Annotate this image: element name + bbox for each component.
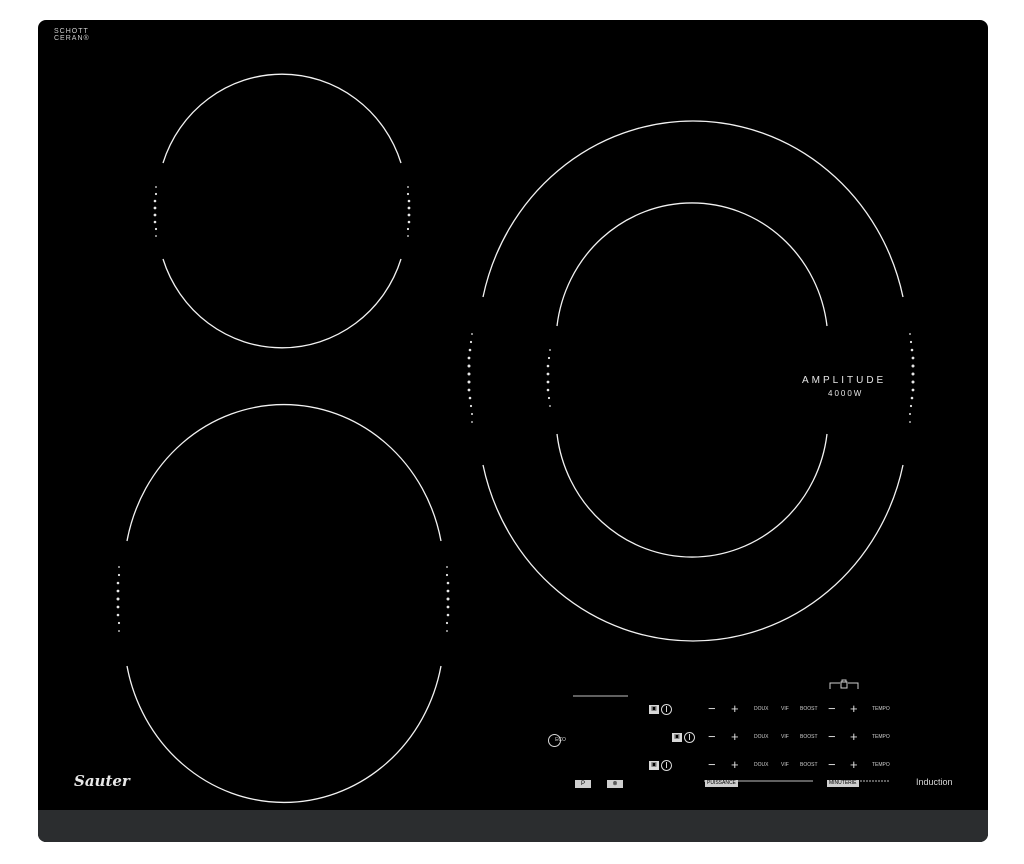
puissance-label: PUISSANCE bbox=[705, 780, 738, 787]
doux-label: DOUX bbox=[754, 762, 769, 768]
power-plus-button[interactable]: + bbox=[731, 702, 739, 715]
boost-label[interactable]: BOOST bbox=[800, 706, 818, 712]
p-key-button[interactable]: P bbox=[575, 780, 591, 788]
child-lock-icon[interactable] bbox=[829, 679, 859, 689]
timer-minus-button[interactable]: − bbox=[828, 758, 836, 771]
sauter-logo: Sauter bbox=[74, 772, 130, 790]
boost-label[interactable]: BOOST bbox=[800, 734, 818, 740]
tempo-label: TEMPO bbox=[872, 706, 890, 712]
power-minus-button[interactable]: − bbox=[708, 702, 716, 715]
zone-dots-bottom-left bbox=[116, 566, 450, 632]
glass-surface bbox=[116, 73, 915, 803]
zone-power-button-bottom[interactable] bbox=[661, 760, 672, 771]
minuterie-label: MINUTERIE bbox=[827, 780, 859, 787]
tempo-label: TEMPO bbox=[872, 762, 890, 768]
power-plus-button[interactable]: + bbox=[731, 730, 739, 743]
zone-selector-icon-middle: ▣ bbox=[672, 733, 682, 742]
eco-label: ECO bbox=[555, 737, 566, 743]
power-minus-button[interactable]: − bbox=[708, 730, 716, 743]
zone-dots-right-inner bbox=[546, 349, 551, 407]
front-frame bbox=[38, 810, 988, 842]
timer-minus-button[interactable]: − bbox=[828, 702, 836, 715]
zone-power-label: 4000W bbox=[828, 389, 864, 398]
power-minus-button[interactable]: − bbox=[708, 758, 716, 771]
doux-label: DOUX bbox=[754, 706, 769, 712]
eco-button[interactable]: ECO bbox=[548, 734, 566, 747]
timer-plus-button[interactable]: + bbox=[850, 730, 858, 743]
cooking-zone-top-left bbox=[162, 73, 402, 349]
induction-label: Induction bbox=[916, 777, 953, 787]
power-plus-button[interactable]: + bbox=[731, 758, 739, 771]
zone-power-button-top[interactable] bbox=[661, 704, 672, 715]
cooktop: SCHOTT CERAN® AMPLITUDE 4000W ▣ ▣ ▣ − + … bbox=[38, 20, 988, 842]
vif-label: VIF bbox=[781, 706, 789, 712]
ceran-text: CERAN® bbox=[54, 35, 90, 42]
boost-label[interactable]: BOOST bbox=[800, 762, 818, 768]
zone-dots-top-left bbox=[153, 186, 411, 237]
pause-key-button[interactable]: ⊗ bbox=[607, 780, 623, 788]
vif-label: VIF bbox=[781, 762, 789, 768]
zone-selector-icon-top: ▣ bbox=[649, 705, 659, 714]
timer-plus-button[interactable]: + bbox=[850, 758, 858, 771]
cooking-zone-bottom-left bbox=[126, 404, 442, 803]
cooking-zone-right-inner bbox=[556, 202, 828, 558]
doux-label: DOUX bbox=[754, 734, 769, 740]
tempo-label: TEMPO bbox=[872, 734, 890, 740]
schott-text: SCHOTT bbox=[54, 28, 89, 35]
timer-minus-button[interactable]: − bbox=[828, 730, 836, 743]
zone-power-button-middle[interactable] bbox=[684, 732, 695, 743]
vif-label: VIF bbox=[781, 734, 789, 740]
timer-plus-button[interactable]: + bbox=[850, 702, 858, 715]
zone-name-label: AMPLITUDE bbox=[802, 375, 887, 386]
schott-ceran-logo: SCHOTT CERAN® bbox=[54, 28, 90, 42]
zone-selector-icon-bottom: ▣ bbox=[649, 761, 659, 770]
